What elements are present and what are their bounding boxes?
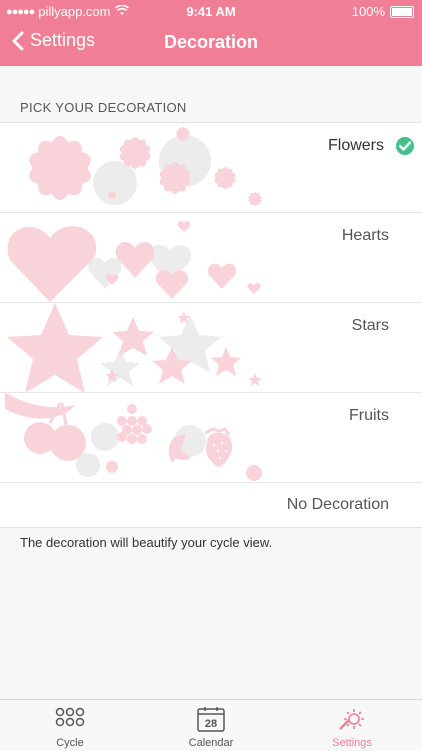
battery-percent: 100% — [351, 4, 385, 19]
decoration-option-flowers[interactable]: Flowers — [0, 123, 422, 213]
decoration-option-hearts[interactable]: Hearts — [0, 213, 422, 303]
navigation-bar: Settings Decoration — [0, 26, 422, 62]
battery-icon — [390, 5, 414, 18]
page-title: Decoration — [163, 32, 259, 52]
tab-calendar[interactable]: 28 Calendar — [141, 700, 281, 751]
status-bar: ●●●●● pillyapp.com 9:41 AM 100% — [0, 4, 422, 20]
tab-label: Calendar — [188, 737, 234, 749]
decoration-label: Stars — [351, 317, 389, 334]
tab-cycle[interactable]: Cycle — [0, 700, 140, 751]
flowers-decoration-icon — [29, 127, 262, 206]
tab-bar: Cycle 28 Calendar Settings — [0, 699, 422, 751]
stars-decoration-icon — [7, 303, 262, 392]
decoration-label: Flowers — [327, 137, 384, 154]
checkmark-icon — [396, 137, 414, 155]
tab-settings[interactable]: Settings — [282, 700, 422, 751]
calendar-icon: 28 — [197, 707, 225, 732]
decoration-footnote: The decoration will beautify your cycle … — [20, 535, 273, 550]
decoration-label: Fruits — [349, 407, 389, 424]
tab-label: Settings — [332, 737, 372, 749]
settings-icon — [339, 709, 364, 730]
decoration-option-fruits[interactable]: Fruits — [0, 393, 422, 483]
fruits-decoration-icon — [5, 393, 262, 481]
decoration-option-none[interactable]: No Decoration — [0, 483, 422, 527]
decoration-list: Flowers Hearts Stars Fruits No Decoratio… — [0, 122, 422, 528]
hearts-decoration-icon — [7, 221, 261, 302]
header: ●●●●● pillyapp.com 9:41 AM 100% Settings… — [0, 0, 422, 66]
decoration-option-stars[interactable]: Stars — [0, 303, 422, 393]
tab-label: Cycle — [56, 737, 84, 749]
calendar-day: 28 — [205, 718, 217, 730]
decoration-label: No Decoration — [286, 496, 389, 513]
decoration-label: Hearts — [341, 227, 389, 244]
section-header: PICK YOUR DECORATION — [20, 100, 187, 115]
cycle-icon — [55, 707, 85, 727]
